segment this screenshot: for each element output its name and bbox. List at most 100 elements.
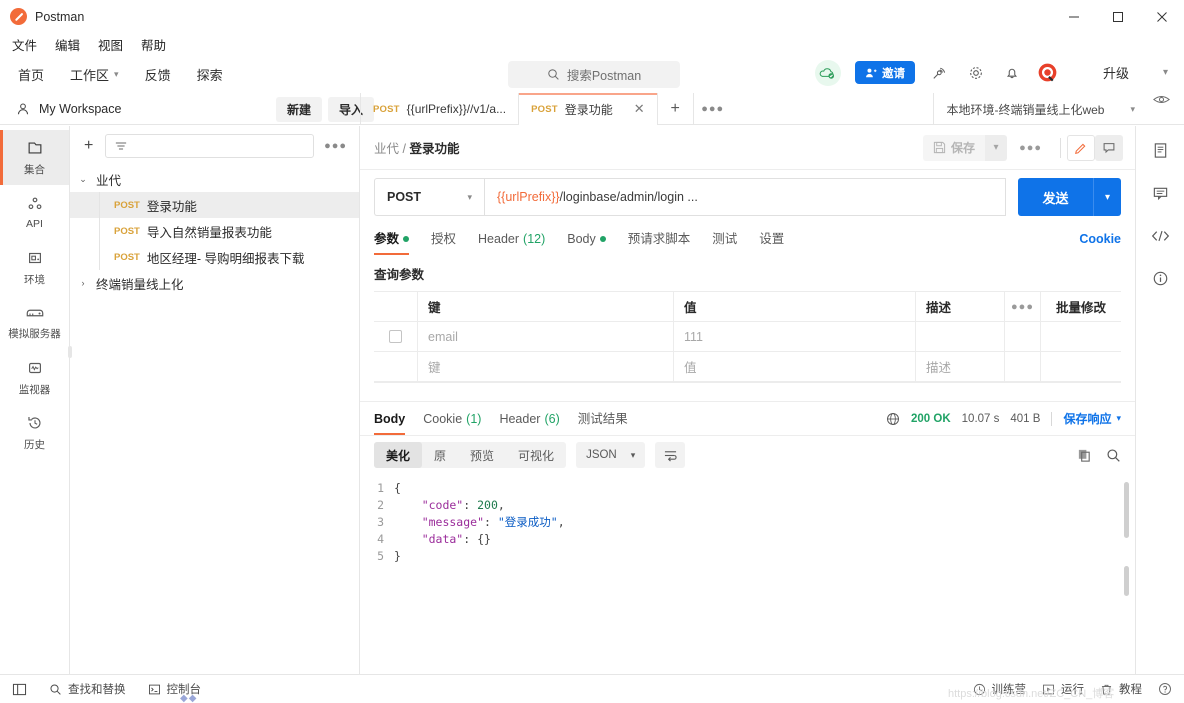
placeholder-key[interactable]: 键 <box>418 352 674 381</box>
menu-view[interactable]: 视图 <box>96 34 125 55</box>
tab-more-options-icon[interactable]: ●●● <box>694 93 732 125</box>
tab-body[interactable]: Body <box>567 224 606 254</box>
row-key[interactable]: email <box>418 322 674 351</box>
response-tab-cookie[interactable]: Cookie (1) <box>423 404 481 434</box>
cloud-sync-icon[interactable] <box>814 59 841 86</box>
response-tab-test-results[interactable]: 测试结果 <box>578 404 628 434</box>
view-mode-pretty[interactable]: 美化 <box>374 442 423 468</box>
edit-mode-button[interactable] <box>1067 134 1095 161</box>
collections-more-icon[interactable]: ●●● <box>322 140 349 152</box>
maximize-button[interactable] <box>1096 0 1140 33</box>
collection-group-0[interactable]: ⌄ 业代 <box>70 166 359 192</box>
collection-request-1[interactable]: POST 导入自然销量报表功能 <box>70 218 359 244</box>
documentation-icon[interactable] <box>1152 142 1169 159</box>
placeholder-description[interactable]: 描述 <box>916 352 1005 381</box>
new-tab-button[interactable]: + <box>658 93 694 125</box>
nav-workspaces[interactable]: 工作区 ▾ <box>70 65 119 84</box>
request-more-options-icon[interactable]: ●●● <box>1007 142 1054 154</box>
sidebar-item-mock-servers[interactable]: 模拟服务器 <box>0 295 69 350</box>
sidebar-item-monitors[interactable]: 监视器 <box>0 350 69 405</box>
runner-button[interactable]: 运行 <box>1042 681 1084 697</box>
save-response-button[interactable]: 保存响应 ▾ <box>1063 410 1121 427</box>
row-checkbox[interactable] <box>389 330 402 343</box>
search-input[interactable]: 搜索Postman <box>508 61 680 88</box>
url-input[interactable]: {{urlPrefix}}/loginbase/admin/login ... <box>484 178 1006 216</box>
new-collection-button[interactable]: + <box>80 137 97 155</box>
row-description[interactable] <box>916 322 1005 351</box>
collection-request-2[interactable]: POST 地区经理- 导购明细报表下载 <box>70 244 359 270</box>
placeholder-value[interactable]: 值 <box>674 352 916 381</box>
send-options-chevron-down-icon[interactable]: ▾ <box>1093 178 1121 216</box>
request-tab-0[interactable]: POST {{urlPrefix}}//v1/a... <box>361 93 520 125</box>
minimize-button[interactable] <box>1052 0 1096 33</box>
tab-tests[interactable]: 测试 <box>712 224 737 254</box>
workspace-name[interactable]: My Workspace <box>39 102 121 116</box>
help-button[interactable] <box>1158 682 1172 696</box>
collections-filter-input[interactable] <box>105 134 315 158</box>
environment-quick-look-icon[interactable] <box>1147 93 1184 125</box>
gear-icon[interactable] <box>965 62 987 84</box>
response-body-code[interactable]: 1 { 2 "code": 200, 3 "message": "登录成功", … <box>360 474 1135 674</box>
code-icon[interactable] <box>1151 228 1170 244</box>
close-tab-icon[interactable]: ✕ <box>620 101 645 117</box>
sidebar-item-api[interactable]: API <box>0 185 69 240</box>
collection-request-0[interactable]: POST 登录功能 <box>70 192 359 218</box>
response-tab-header[interactable]: Header (6) <box>499 404 559 434</box>
tab-authorization[interactable]: 授权 <box>431 224 456 254</box>
tab-settings[interactable]: 设置 <box>759 224 784 254</box>
bell-icon[interactable] <box>1001 62 1023 84</box>
new-button[interactable]: 新建 <box>276 97 323 122</box>
chevron-right-icon[interactable]: › <box>70 278 96 288</box>
menu-help[interactable]: 帮助 <box>139 34 168 55</box>
sidebar-item-collections[interactable]: 集合 <box>0 130 69 185</box>
bulk-edit-button[interactable]: 批量修改 <box>1041 292 1121 321</box>
view-mode-raw[interactable]: 原 <box>422 442 458 468</box>
account-icon[interactable] <box>1037 62 1059 84</box>
view-mode-preview[interactable]: 预览 <box>458 442 506 468</box>
sidebar-item-history[interactable]: 历史 <box>0 405 69 460</box>
code-scrollbar-thumb-2[interactable] <box>1124 566 1129 596</box>
nav-home[interactable]: 首页 <box>18 65 44 84</box>
bootcamp-button[interactable]: 训练营 <box>973 681 1026 697</box>
tab-pre-request-script[interactable]: 预请求脚本 <box>628 224 691 254</box>
view-mode-visualize[interactable]: 可视化 <box>506 442 566 468</box>
upgrade-chevron-down-icon[interactable]: ▾ <box>1155 67 1176 78</box>
chevron-down-icon[interactable]: ⌄ <box>70 174 96 185</box>
request-tab-1[interactable]: POST 登录功能 ✕ <box>519 93 658 125</box>
row-value[interactable]: 111 <box>674 322 916 351</box>
panel-resize-handle[interactable] <box>68 346 72 358</box>
search-body-button[interactable] <box>1106 448 1121 463</box>
menu-edit[interactable]: 编辑 <box>53 34 82 55</box>
environment-selector[interactable]: 本地环境-终端销量线上化web ▾ <box>933 93 1147 125</box>
collection-group-1[interactable]: › 终端销量线上化 <box>70 270 359 296</box>
copy-button[interactable] <box>1077 448 1092 463</box>
tab-params[interactable]: 参数 <box>374 224 410 255</box>
sidebar-item-environments[interactable]: 环境 <box>0 240 69 295</box>
cookies-link[interactable]: Cookie <box>1079 232 1121 246</box>
wrap-lines-button[interactable] <box>655 442 686 468</box>
menu-file[interactable]: 文件 <box>10 34 39 55</box>
breadcrumb-collection[interactable]: 业代 <box>374 142 399 156</box>
info-icon[interactable] <box>1152 270 1169 287</box>
code-scrollbar-thumb[interactable] <box>1124 482 1129 538</box>
nav-explore[interactable]: 探索 <box>197 65 223 84</box>
http-method-select[interactable]: POST ▾ <box>374 178 484 216</box>
send-button[interactable]: 发送 <box>1018 178 1093 216</box>
tab-headers[interactable]: Header (12) <box>478 224 545 254</box>
save-options-chevron-down-icon[interactable]: ▾ <box>985 134 1008 161</box>
toggle-sidebar-button[interactable] <box>12 683 27 696</box>
nav-feedback[interactable]: 反馈 <box>145 65 171 84</box>
comment-button[interactable] <box>1095 134 1123 161</box>
save-button[interactable]: 保存 <box>923 134 986 161</box>
close-button[interactable] <box>1140 0 1184 33</box>
table-row[interactable]: email 111 <box>374 322 1121 352</box>
invite-button[interactable]: 邀请 <box>854 61 915 84</box>
window-resize-grip[interactable]: ◆◆ <box>180 693 197 703</box>
params-settings-icon[interactable]: ●●● <box>1005 292 1041 321</box>
response-content-type-select[interactable]: JSON ▾ <box>576 442 646 468</box>
response-tab-body[interactable]: Body <box>374 404 406 435</box>
upgrade-button[interactable]: 升级 <box>1077 59 1155 86</box>
row-checkbox-cell[interactable] <box>374 322 418 351</box>
satellite-icon[interactable] <box>929 62 951 84</box>
table-row-placeholder[interactable]: 键 值 描述 <box>374 352 1121 382</box>
